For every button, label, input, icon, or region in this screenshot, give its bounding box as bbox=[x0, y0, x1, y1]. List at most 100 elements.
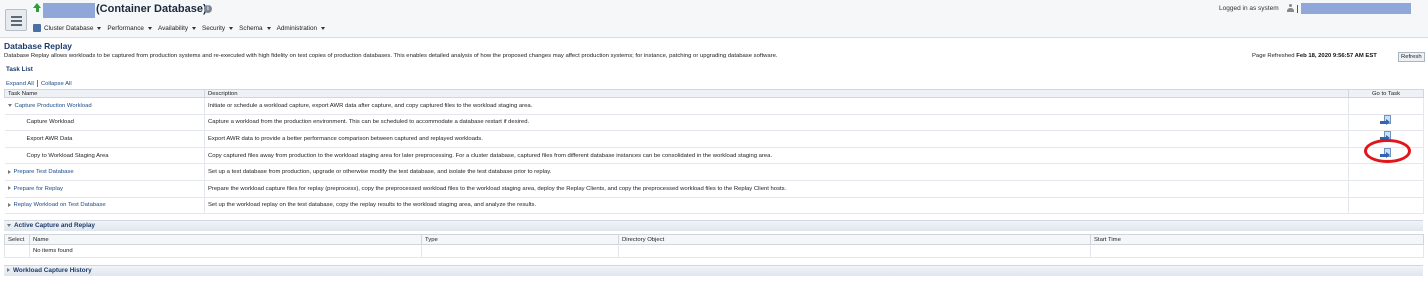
login-status: Logged in as system bbox=[1219, 5, 1279, 12]
task-name: Capture Workload bbox=[4, 114, 205, 132]
empty-message: No items found bbox=[29, 244, 422, 258]
chevron-down-icon bbox=[192, 26, 197, 30]
table-row: Replay Workload on Test Database Set up … bbox=[4, 197, 1424, 215]
task-link-prepare-for-replay[interactable]: Prepare for Replay bbox=[14, 186, 63, 192]
redacted-user-info bbox=[1301, 3, 1411, 14]
top-bar: (Container Database) i Cluster Database … bbox=[0, 0, 1428, 38]
empty-cell bbox=[4, 244, 30, 258]
panel-title: Workload Capture History bbox=[13, 267, 92, 274]
go-to-task-icon[interactable] bbox=[1380, 114, 1392, 128]
menu-bar-line bbox=[11, 16, 22, 18]
column-header-directory-object[interactable]: Directory Object bbox=[618, 234, 1091, 245]
arrow-right-icon bbox=[1380, 118, 1390, 125]
divider bbox=[36, 80, 38, 87]
nav-label: Schema bbox=[239, 24, 263, 32]
page-description: Database Replay allows workloads to be c… bbox=[4, 53, 778, 59]
column-header-start-time[interactable]: Start Time bbox=[1090, 234, 1424, 245]
nav-administration[interactable]: Administration bbox=[277, 25, 326, 32]
workload-capture-history-header[interactable]: Workload Capture History bbox=[4, 265, 1423, 276]
task-link-capture-production-workload[interactable]: Capture Production Workload bbox=[15, 103, 92, 109]
task-name-cell: Capture Production Workload bbox=[4, 97, 205, 115]
chevron-down-icon bbox=[229, 26, 234, 30]
column-header-select: Select bbox=[4, 234, 30, 245]
tab-task-list[interactable]: Task List bbox=[6, 66, 33, 73]
expand-all-link[interactable]: Expand All bbox=[6, 81, 34, 87]
go-to-task-cell bbox=[1348, 197, 1424, 215]
nav-label: Availability bbox=[157, 24, 189, 32]
redacted-target-name bbox=[43, 3, 95, 18]
expand-collapse-links: Expand All Collapse All bbox=[6, 80, 72, 87]
user-icon[interactable] bbox=[1287, 4, 1294, 12]
go-to-task-cell bbox=[1348, 97, 1424, 115]
task-description: Set up the workload replay on the test d… bbox=[204, 197, 1349, 215]
empty-cell bbox=[618, 244, 1091, 258]
collapse-all-link[interactable]: Collapse All bbox=[41, 81, 72, 87]
table-row: Copy to Workload Staging Area Copy captu… bbox=[4, 147, 1424, 165]
expand-triangle-icon[interactable] bbox=[7, 169, 11, 174]
task-link-prepare-test-database[interactable]: Prepare Test Database bbox=[14, 169, 74, 175]
page-refreshed-label: Page Refreshed bbox=[1252, 53, 1295, 59]
active-capture-table: Select Name Type Directory Object Start … bbox=[4, 234, 1424, 258]
task-name-cell: Replay Workload on Test Database bbox=[4, 197, 205, 215]
task-list-table: Task Name Description Go to Task Capture… bbox=[4, 89, 1424, 215]
task-description: Initiate or schedule a workload capture,… bbox=[204, 97, 1349, 115]
page-refreshed-time: Feb 18, 2020 9:56:57 AM EST bbox=[1296, 53, 1377, 59]
table-header-row: Task Name Description Go to Task bbox=[4, 89, 1424, 98]
column-header-task-name[interactable]: Task Name bbox=[4, 89, 205, 98]
page-title: Database Replay bbox=[4, 41, 73, 51]
navigation-menu-button[interactable] bbox=[5, 9, 27, 31]
table-row: Prepare Test Database Set up a test data… bbox=[4, 163, 1424, 181]
user-icon-head bbox=[1289, 4, 1292, 7]
task-description: Capture a workload from the production e… bbox=[204, 114, 1349, 132]
go-to-task-cell bbox=[1348, 180, 1424, 198]
target-menu-bar: Cluster Database Performance Availabilit… bbox=[33, 22, 326, 34]
task-description: Export AWR data to provide a better perf… bbox=[204, 130, 1349, 148]
menu-bar-line bbox=[11, 24, 22, 26]
nav-cluster-database[interactable]: Cluster Database bbox=[33, 24, 102, 32]
cluster-database-icon bbox=[33, 24, 41, 32]
refresh-button[interactable]: Refresh bbox=[1398, 52, 1425, 62]
expand-triangle-icon[interactable] bbox=[7, 202, 11, 207]
task-description: Copy captured files away from production… bbox=[204, 147, 1349, 165]
column-header-type[interactable]: Type bbox=[421, 234, 619, 245]
nav-availability[interactable]: Availability bbox=[157, 24, 197, 32]
collapse-triangle-icon[interactable] bbox=[7, 103, 12, 107]
go-to-task-cell bbox=[1348, 114, 1424, 132]
table-row: No items found bbox=[4, 244, 1424, 258]
task-name-cell: Prepare for Replay bbox=[4, 180, 205, 198]
column-header-go-to-task[interactable]: Go to Task bbox=[1348, 89, 1424, 98]
nav-schema[interactable]: Schema bbox=[239, 24, 271, 32]
column-header-description[interactable]: Description bbox=[204, 89, 1349, 98]
task-name-cell: Prepare Test Database bbox=[4, 163, 205, 181]
nav-performance[interactable]: Performance bbox=[107, 25, 152, 32]
page-refreshed: Page Refreshed Feb 18, 2020 9:56:57 AM E… bbox=[1252, 53, 1377, 59]
task-description: Prepare the workload capture files for r… bbox=[204, 180, 1349, 198]
nav-security[interactable]: Security bbox=[202, 24, 234, 32]
nav-label: Security bbox=[202, 24, 226, 32]
task-name: Copy to Workload Staging Area bbox=[4, 147, 205, 165]
panel-title: Active Capture and Replay bbox=[14, 222, 95, 229]
table-header-row: Select Name Type Directory Object Start … bbox=[4, 234, 1424, 245]
user-icon-body bbox=[1287, 8, 1294, 12]
expand-triangle-icon[interactable] bbox=[7, 186, 11, 191]
collapse-triangle-icon[interactable] bbox=[7, 223, 11, 227]
nav-label: Administration bbox=[276, 24, 318, 32]
target-title: (Container Database) bbox=[96, 3, 207, 15]
expand-triangle-icon[interactable] bbox=[7, 268, 10, 273]
info-icon[interactable]: i bbox=[204, 5, 212, 13]
nav-label: Cluster Database bbox=[44, 24, 94, 32]
highlight-circle-annotation bbox=[1364, 139, 1411, 163]
table-row: Prepare for Replay Prepare the workload … bbox=[4, 180, 1424, 198]
task-description: Set up a test database from production, … bbox=[204, 163, 1349, 181]
chevron-down-icon bbox=[147, 26, 152, 30]
column-header-name[interactable]: Name bbox=[29, 234, 422, 245]
task-name: Export AWR Data bbox=[4, 130, 205, 148]
empty-cell bbox=[1090, 244, 1424, 258]
go-to-task-cell bbox=[1348, 163, 1424, 181]
chevron-down-icon bbox=[266, 26, 271, 30]
nav-label: Performance bbox=[107, 24, 144, 32]
active-capture-panel-header[interactable]: Active Capture and Replay bbox=[4, 220, 1423, 231]
task-link-replay-workload-on-test-database[interactable]: Replay Workload on Test Database bbox=[14, 202, 106, 208]
table-row: Capture Workload Capture a workload from… bbox=[4, 114, 1424, 132]
chevron-down-icon bbox=[321, 26, 326, 30]
